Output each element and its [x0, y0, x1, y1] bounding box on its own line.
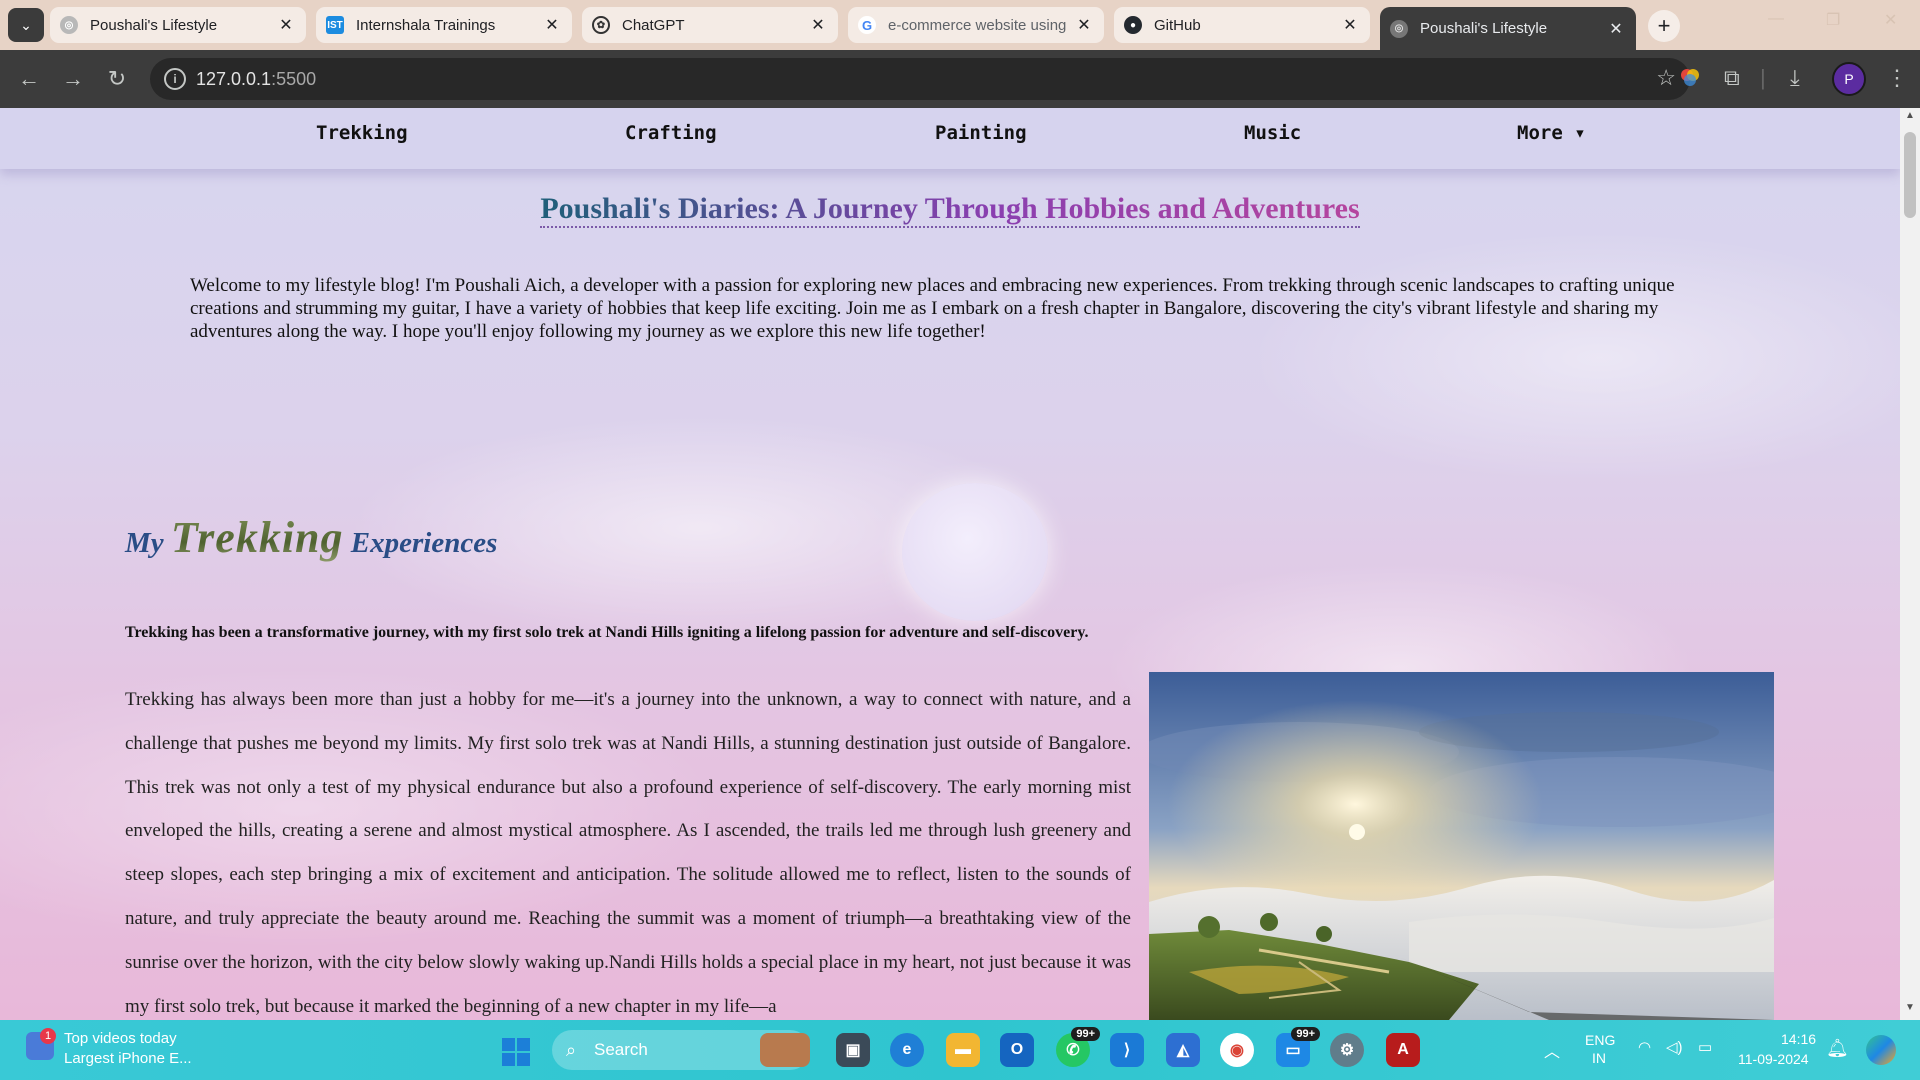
- site-navbar: Trekking Crafting Painting Music More ▾: [0, 108, 1900, 169]
- notification-badge: 99+: [1291, 1027, 1320, 1041]
- scroll-down-arrow-icon[interactable]: ▼: [1900, 1002, 1920, 1018]
- intro-paragraph: Welcome to my lifestyle blog! I'm Pousha…: [190, 275, 1675, 342]
- news-widget-subtitle[interactable]: Largest iPhone E...: [64, 1050, 192, 1067]
- tab-title: Poushali's Lifestyle: [1420, 20, 1548, 37]
- outlook-icon[interactable]: O: [1000, 1033, 1034, 1067]
- notification-bell-icon[interactable]: 🔔︎: [1826, 1038, 1849, 1059]
- wifi-icon[interactable]: ◠: [1638, 1038, 1651, 1056]
- settings-gear-icon[interactable]: ⚙: [1330, 1033, 1364, 1067]
- close-icon[interactable]: ✕: [1074, 15, 1094, 35]
- url-host: 127.0.0.1: [196, 69, 272, 89]
- address-bar[interactable]: i 127.0.0.1:5500 ☆: [150, 58, 1690, 100]
- profile-avatar[interactable]: P: [1832, 62, 1866, 96]
- chatgpt-icon: ✿: [592, 16, 610, 34]
- heading-prefix: My: [125, 527, 164, 559]
- edge-browser-icon[interactable]: e: [890, 1033, 924, 1067]
- close-icon[interactable]: ✕: [1340, 15, 1360, 35]
- nav-link-crafting[interactable]: Crafting: [625, 122, 717, 144]
- clock-time[interactable]: 14:16: [1781, 1031, 1816, 1047]
- nav-dropdown-more[interactable]: More ▾: [1517, 122, 1586, 144]
- close-icon[interactable]: ✕: [808, 15, 828, 35]
- nav-link-painting[interactable]: Painting: [935, 122, 1027, 144]
- language-indicator[interactable]: ENG: [1585, 1032, 1615, 1048]
- tab-search-button[interactable]: ⌄: [8, 8, 44, 42]
- copilot-icon[interactable]: [1866, 1035, 1896, 1065]
- tab-title: Internshala Trainings: [356, 16, 496, 34]
- extension-colorful-icon[interactable]: [1678, 65, 1702, 95]
- section-lead: Trekking has been a transformative journ…: [125, 624, 1089, 641]
- download-icon[interactable]: ⤓: [1790, 65, 1800, 91]
- url-text[interactable]: 127.0.0.1:5500: [196, 69, 316, 90]
- tab-strip: ⌄ ◎ Poushali's Lifestyle ✕ IST Internsha…: [0, 0, 1920, 50]
- more-menu-icon[interactable]: ⋮: [1886, 65, 1908, 91]
- acrobat-icon[interactable]: A: [1386, 1033, 1420, 1067]
- windows-taskbar: 1 Top videos today Largest iPhone E... ⌕…: [0, 1020, 1920, 1080]
- region-indicator[interactable]: IN: [1592, 1050, 1606, 1066]
- minimize-icon[interactable]: —: [1768, 10, 1784, 28]
- site-info-icon[interactable]: i: [164, 68, 186, 90]
- volume-icon[interactable]: ◁): [1666, 1038, 1683, 1056]
- close-icon[interactable]: ✕: [542, 15, 562, 35]
- clock-date[interactable]: 11-09-2024: [1738, 1051, 1809, 1067]
- new-tab-button[interactable]: +: [1648, 10, 1680, 42]
- tab-github[interactable]: ● GitHub ✕: [1114, 7, 1370, 43]
- news-widget-title[interactable]: Top videos today: [64, 1030, 177, 1047]
- nav-link-trekking[interactable]: Trekking: [316, 122, 408, 144]
- forward-icon[interactable]: →: [58, 64, 88, 94]
- window-close-icon[interactable]: ✕: [1884, 10, 1897, 30]
- section-body: Trekking has always been more than just …: [125, 689, 1131, 1017]
- page-title: Poushali's Diaries: A Journey Through Ho…: [0, 192, 1900, 228]
- page-scrollbar[interactable]: ▲ ▼: [1900, 108, 1920, 1020]
- tab-poushalis-lifestyle-active[interactable]: ◎ Poushali's Lifestyle ✕: [1380, 7, 1636, 50]
- search-placeholder: Search: [594, 1040, 648, 1059]
- scroll-up-arrow-icon[interactable]: ▲: [1900, 110, 1920, 126]
- google-icon: G: [858, 16, 876, 34]
- internshala-icon: IST: [326, 16, 344, 34]
- whatsapp-icon[interactable]: ✆ 99+: [1056, 1027, 1100, 1067]
- page-title-text: Poushali's Diaries: A Journey Through Ho…: [540, 192, 1360, 228]
- toolbar-divider: |: [1760, 65, 1766, 90]
- heading-highlight: Trekking: [170, 513, 344, 562]
- tab-internshala[interactable]: IST Internshala Trainings ✕: [316, 7, 572, 43]
- browser-toolbar: ← → ↻ i 127.0.0.1:5500 ☆ ⧉ | ⤓ P ⋮: [0, 50, 1920, 108]
- tab-chatgpt[interactable]: ✿ ChatGPT ✕: [582, 7, 838, 43]
- search-icon: ⌕: [566, 1040, 577, 1060]
- extensions-puzzle-icon[interactable]: ⧉: [1724, 65, 1740, 91]
- close-icon[interactable]: ✕: [1606, 19, 1626, 39]
- tab-title: Poushali's Lifestyle: [90, 16, 218, 34]
- remote-desktop-icon[interactable]: ▭ 99+: [1276, 1027, 1320, 1067]
- close-icon[interactable]: ✕: [276, 15, 296, 35]
- back-icon[interactable]: ←: [14, 64, 44, 94]
- section-heading: My Trekking Experiences: [125, 512, 497, 563]
- reload-icon[interactable]: ↻: [102, 64, 132, 94]
- news-badge: 1: [40, 1028, 56, 1044]
- moon-decoration: [902, 483, 1048, 621]
- tray-chevron-up-icon[interactable]: ︿: [1544, 1038, 1560, 1062]
- github-icon: ●: [1124, 16, 1142, 34]
- battery-icon[interactable]: ▭: [1698, 1038, 1712, 1056]
- vscode-icon[interactable]: ⟩: [1110, 1033, 1144, 1067]
- nandi-hills-photo: [1149, 672, 1774, 1020]
- tab-poushalis-lifestyle-1[interactable]: ◎ Poushali's Lifestyle ✕: [50, 7, 306, 43]
- task-view-icon[interactable]: ▣: [836, 1033, 870, 1067]
- photos-icon[interactable]: ◭: [1166, 1033, 1200, 1067]
- file-explorer-icon[interactable]: ▬: [946, 1033, 980, 1067]
- chrome-icon[interactable]: ◉: [1220, 1033, 1254, 1067]
- page-viewport: Trekking Crafting Painting Music More ▾ …: [0, 108, 1920, 1020]
- globe-icon: ◎: [1390, 19, 1408, 38]
- nav-link-music[interactable]: Music: [1244, 122, 1301, 144]
- tab-title: e-commerce website using: [888, 16, 1067, 34]
- tab-title: ChatGPT: [622, 16, 685, 34]
- search-highlight-icon[interactable]: [760, 1033, 810, 1067]
- tab-title: GitHub: [1154, 16, 1201, 34]
- scrollbar-thumb[interactable]: [1904, 132, 1916, 218]
- whatsapp-badge: 99+: [1071, 1027, 1100, 1041]
- heading-suffix: Experiences: [350, 527, 498, 559]
- tab-google-search[interactable]: G e-commerce website using ✕: [848, 7, 1104, 43]
- bookmark-star-icon[interactable]: ☆: [1656, 65, 1676, 91]
- globe-icon: ◎: [60, 16, 78, 34]
- maximize-icon[interactable]: ❐: [1826, 10, 1840, 30]
- windows-start-icon[interactable]: [502, 1038, 530, 1066]
- url-port: :5500: [271, 69, 317, 89]
